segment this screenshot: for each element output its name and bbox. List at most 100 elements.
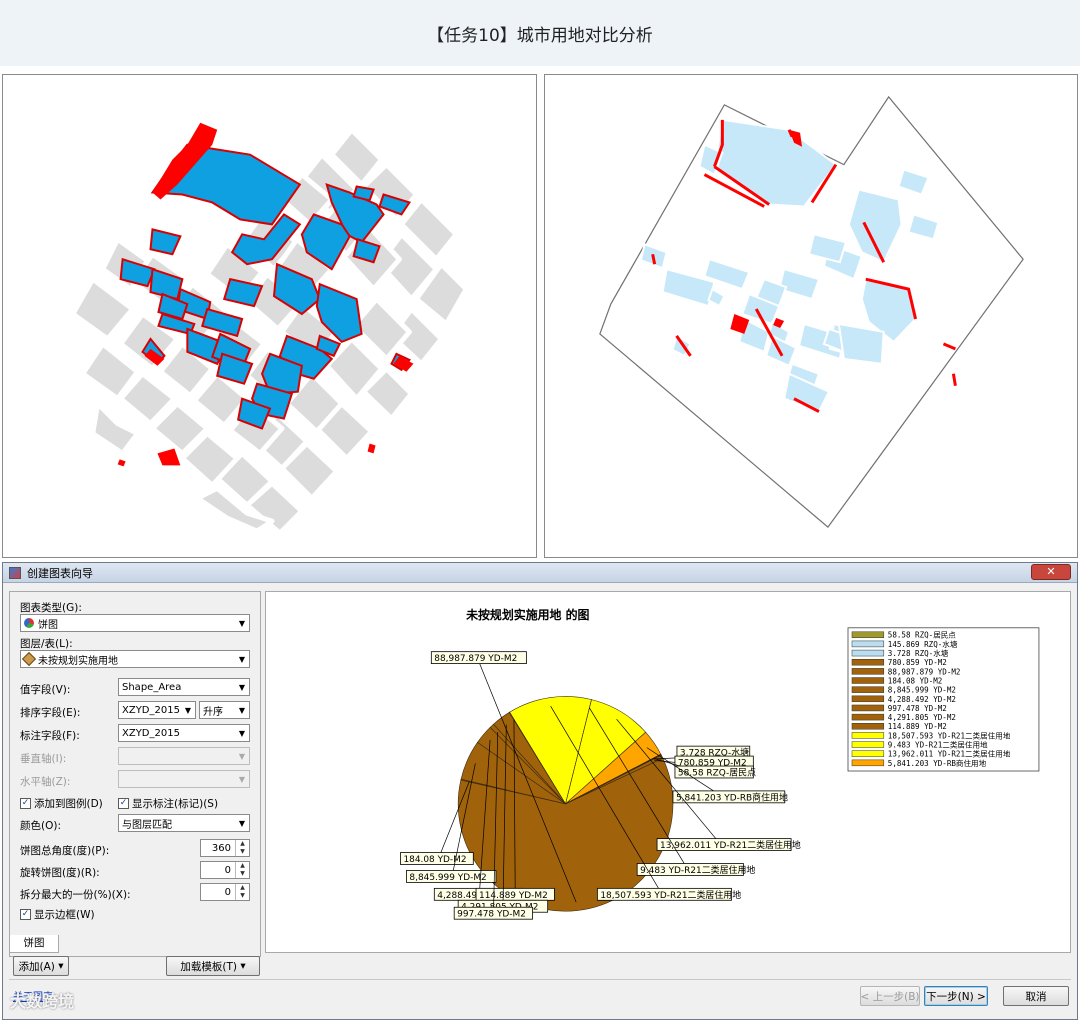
total-angle-value: 360: [211, 842, 231, 854]
legend-swatch: [851, 649, 885, 657]
show-border-label: 显示边框(W): [34, 909, 95, 921]
close-button[interactable]: ✕: [1031, 564, 1071, 580]
layer-select[interactable]: 未按规划实施用地 ▼: [20, 650, 250, 668]
legend-swatch: [851, 732, 885, 739]
legend-swatch: [851, 713, 885, 721]
callout-label: 8,845.999 YD-M2: [409, 873, 486, 883]
load-template-button[interactable]: 加载模板(T) ▾: [166, 956, 260, 976]
tab-pie[interactable]: 饼图: [9, 935, 59, 953]
land-parcel-unplanned: [367, 443, 376, 454]
legend-entry: 3.728 RZQ-水塘: [888, 648, 949, 658]
legend-swatch: [851, 686, 885, 693]
chart-legend: 58.58 RZQ-居民点145.869 RZQ-水塘3.728 RZQ-水塘7…: [847, 627, 1040, 772]
show-border-checkbox[interactable]: ✓ 显示边框(W): [20, 907, 95, 922]
spinner-icon[interactable]: ▲ ▼: [235, 862, 249, 878]
callout-label: 13,962.011 YD-R21二类居住用地: [660, 839, 801, 851]
sort-field-select[interactable]: XZYD_2015 ▼: [118, 701, 196, 719]
chart-type-value: 饼图: [38, 619, 58, 631]
legend-entry: 780.859 YD-M2: [888, 658, 947, 667]
callout-label: 5,841.203 YD-RB商住用地: [676, 791, 788, 803]
horizontal-axis-select: ▼: [118, 770, 250, 788]
spinner-icon[interactable]: ▲ ▼: [235, 840, 249, 856]
chart-type-select[interactable]: 饼图 ▼: [20, 614, 250, 632]
label-field-label: 标注字段(F):: [20, 730, 80, 742]
chart-title: 未按规划实施用地 的图: [465, 608, 589, 622]
unplanned-edge: [951, 373, 957, 386]
watermark-logo: 大数跨境: [10, 992, 75, 1011]
add-button[interactable]: 添加(A) ▾: [13, 956, 69, 976]
color-select[interactable]: 与图层匹配 ▼: [118, 814, 250, 832]
legend-swatch: [851, 695, 885, 703]
legend-entry: 997.478 YD-M2: [888, 704, 947, 713]
chart-wizard-icon: [9, 566, 21, 579]
map-view-unplanned-land[interactable]: [544, 74, 1078, 558]
add-legend-checkbox[interactable]: ✓ 添加到图例(D): [20, 796, 103, 811]
layer-value: 未按规划实施用地: [38, 655, 118, 667]
value-field-value: Shape_Area: [122, 681, 182, 693]
legend-swatch: [851, 704, 885, 712]
legend-entry: 13,962.011 YD-R21二类居住用地: [888, 749, 1011, 759]
rotate-value: 0: [224, 864, 231, 876]
total-angle-input[interactable]: 360 ▲ ▼: [200, 839, 250, 857]
map-view-planned-vs-actual[interactable]: [2, 74, 537, 558]
page-title: 【任务10】城市用地对比分析: [0, 0, 1080, 66]
legend-entry: 114.889 YD-M2: [888, 722, 947, 731]
chevron-down-icon: ▼: [238, 682, 246, 692]
legend-entry: 4,291.805 YD-M2: [888, 713, 956, 722]
spinner-icon[interactable]: ▲ ▼: [235, 884, 249, 900]
chevron-down-icon: ▼: [238, 654, 246, 664]
callout-label: 184.08 YD-M2: [403, 855, 466, 865]
color-label: 颜色(O):: [20, 820, 61, 832]
show-labels-label: 显示标注(标记)(S): [132, 798, 219, 810]
map-left-canvas: [70, 122, 469, 536]
sort-field-label: 排序字段(E):: [20, 707, 81, 719]
callout-label: 9.483 YD-R21二类居住用地: [640, 864, 755, 876]
explode-input[interactable]: 0 ▲ ▼: [200, 883, 250, 901]
layer-label: 图层/表(L):: [20, 638, 73, 650]
show-labels-checkbox[interactable]: ✓ 显示标注(标记)(S): [118, 796, 218, 811]
legend-entry: 145.869 RZQ-水塘: [888, 639, 958, 649]
dialog-title: 创建图表向导: [27, 566, 93, 580]
chevron-down-icon: ▼: [238, 728, 246, 738]
legend-entry: 8,845.999 YD-M2: [888, 686, 956, 695]
legend-swatch: [851, 658, 885, 666]
label-field-select[interactable]: XZYD_2015 ▼: [118, 724, 250, 742]
callout-label: 997.478 YD-M2: [457, 910, 526, 920]
land-parcel: [70, 276, 136, 342]
sort-order-select[interactable]: 升序 ▼: [199, 701, 250, 719]
legend-entry: 58.58 RZQ-居民点: [888, 631, 957, 640]
next-button[interactable]: 下一步(N) >: [924, 986, 988, 1006]
legend-entry: 88,987.879 YD-M2: [888, 667, 961, 676]
value-field-select[interactable]: Shape_Area ▼: [118, 678, 250, 696]
color-value: 与图层匹配: [122, 819, 172, 831]
legend-swatch: [851, 759, 885, 767]
chart-preview: 未按规划实施用地 的图 88,987.879 YD-M2 3.728 RZQ-水塘…: [265, 591, 1071, 953]
legend-swatch: [851, 677, 885, 684]
legend-swatch: [851, 750, 885, 757]
vertical-axis-select: ▼: [118, 747, 250, 765]
land-parcel: [90, 401, 141, 456]
cancel-button[interactable]: 取消: [1003, 986, 1069, 1006]
explode-value: 0: [224, 886, 231, 898]
page-title-text: 【任务10】城市用地对比分析: [427, 25, 653, 46]
chevron-down-icon: ▼: [238, 618, 246, 628]
total-angle-label: 饼图总角度(度)(P):: [20, 845, 110, 857]
callout-label: 58.58 RZQ-居民点: [678, 767, 756, 778]
legend-entry: 184.08 YD-M2: [888, 676, 943, 685]
chevron-down-icon: ▼: [184, 705, 192, 715]
dialog-title-bar: 创建图表向导: [3, 563, 1077, 583]
legend-swatch: [851, 640, 885, 648]
callout-label: 114.889 YD-M2: [479, 891, 548, 901]
add-legend-label: 添加到图例(D): [34, 798, 103, 810]
label-field-value: XZYD_2015: [122, 727, 180, 739]
prev-button[interactable]: < 上一步(B): [860, 986, 920, 1006]
legend-swatch: [851, 631, 885, 638]
legend-swatch: [851, 741, 885, 748]
legend-entry: 4,288.492 YD-M2: [888, 695, 956, 704]
create-chart-wizard-dialog: 创建图表向导 ✕ 图表类型(G): 饼图 ▼ 图层/表(L): 未按规划实施用地…: [2, 562, 1078, 1020]
legend-swatch: [851, 723, 885, 730]
legend-entry: 18,507.593 YD-R21二类居住用地: [888, 730, 1011, 740]
rotate-input[interactable]: 0 ▲ ▼: [200, 861, 250, 879]
land-parcel-unplanned: [837, 322, 885, 365]
page: 【任务10】城市用地对比分析 创建图表向导 ✕ 图表类型(G): 饼图 ▼ 图层…: [0, 0, 1080, 1023]
